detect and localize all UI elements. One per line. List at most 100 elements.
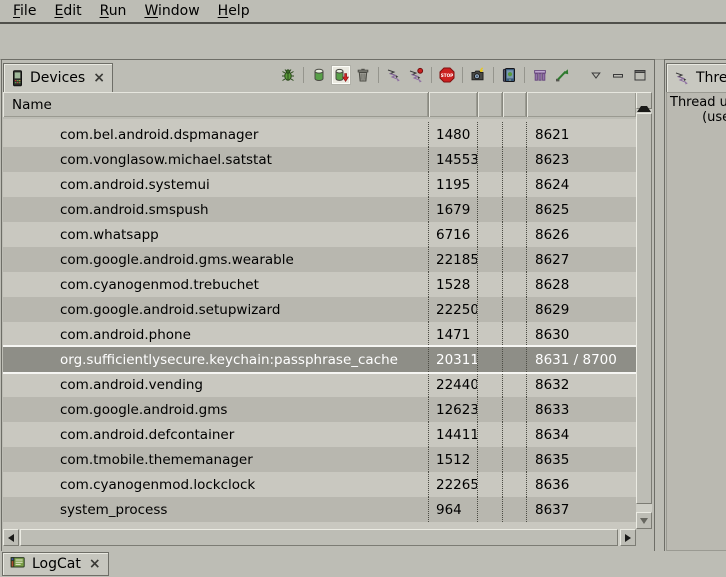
table-row[interactable]: com.android.phone14718630 xyxy=(3,322,636,347)
process-port: 8629 xyxy=(526,297,636,322)
process-name: com.bel.android.dspmanager xyxy=(3,122,429,147)
toolbar-separator xyxy=(462,67,463,83)
process-port: 8621 xyxy=(526,122,636,147)
menu-help[interactable]: Help xyxy=(209,2,259,20)
close-icon[interactable]: × xyxy=(91,70,105,86)
process-pid: 14553 xyxy=(428,147,477,172)
tab-devices[interactable]: Devices × xyxy=(3,63,113,92)
process-port: 8630 xyxy=(526,322,636,347)
hierarchy-icon[interactable] xyxy=(552,65,572,85)
table-row[interactable]: com.bel.android.dspmanager14808621 xyxy=(3,122,636,147)
vertical-scroll-thumb[interactable] xyxy=(636,113,652,504)
menu-run[interactable]: Run xyxy=(91,2,136,20)
menu-file[interactable]: File xyxy=(4,2,45,20)
table-row-selected[interactable]: org.sufficientlysecure.keychain:passphra… xyxy=(3,347,636,372)
process-port: 8628 xyxy=(526,272,636,297)
table-row[interactable]: com.vonglasow.michael.satstat145538623 xyxy=(3,147,636,172)
process-col3 xyxy=(477,147,502,172)
maximize-icon[interactable] xyxy=(630,65,650,85)
cause-gc-icon[interactable] xyxy=(353,65,373,85)
process-name: com.cyanogenmod.lockclock xyxy=(3,472,429,497)
process-col3 xyxy=(477,322,502,347)
process-pid: 964 xyxy=(428,497,477,522)
process-col3 xyxy=(477,272,502,297)
column-header-4[interactable] xyxy=(503,92,527,117)
column-header-3[interactable] xyxy=(478,92,503,117)
scroll-up-button[interactable] xyxy=(636,92,652,109)
table-row[interactable]: com.whatsapp67168626 xyxy=(3,222,636,247)
threads-icon xyxy=(674,70,690,86)
table-row[interactable]: com.cyanogenmod.trebuchet15288628 xyxy=(3,272,636,297)
table-row[interactable]: com.tmobile.thememanager1512 8635 xyxy=(3,447,636,472)
process-col3 xyxy=(477,172,502,197)
vertical-scrollbar[interactable] xyxy=(636,92,652,529)
emulator-icon[interactable] xyxy=(499,65,519,85)
phone-icon xyxy=(11,70,24,87)
scroll-right-button[interactable] xyxy=(620,529,636,546)
view-menu-icon[interactable] xyxy=(586,65,606,85)
process-pid: 22265 xyxy=(428,472,477,497)
table-row[interactable]: com.google.android.setupwizard222508629 xyxy=(3,297,636,322)
column-header-name[interactable]: Name xyxy=(3,92,429,117)
close-icon[interactable]: × xyxy=(87,556,101,572)
table-row[interactable]: com.android.systemui11958624 xyxy=(3,172,636,197)
tab-logcat[interactable]: LogCat × xyxy=(2,552,109,576)
process-col4 xyxy=(502,197,526,222)
table-row[interactable]: com.android.smspush16798625 xyxy=(3,197,636,222)
process-col3 xyxy=(477,347,502,372)
main-toolbar-strip xyxy=(0,24,726,60)
column-header-pid[interactable] xyxy=(429,92,478,117)
debug-icon[interactable] xyxy=(278,65,298,85)
bottom-bar: LogCat × xyxy=(0,551,726,577)
process-col3 xyxy=(477,222,502,247)
process-col4 xyxy=(502,497,526,522)
dump-hprof-icon[interactable] xyxy=(331,65,351,85)
process-name: com.android.smspush xyxy=(3,197,429,222)
tab-threads[interactable]: Threads xyxy=(666,63,726,92)
update-heap-icon[interactable] xyxy=(309,65,329,85)
table-row[interactable]: com.android.vending224408632 xyxy=(3,372,636,397)
process-port: 8624 xyxy=(526,172,636,197)
process-name: org.sufficientlysecure.keychain:passphra… xyxy=(3,347,429,372)
svg-text:STOP: STOP xyxy=(441,73,454,78)
column-header-port[interactable] xyxy=(527,92,636,117)
method-profiling-icon[interactable] xyxy=(406,65,426,85)
devices-tabbar: Devices × STOP xyxy=(2,60,654,92)
table-row[interactable]: com.android.defcontainer144118634 xyxy=(3,422,636,447)
update-threads-icon[interactable] xyxy=(384,65,404,85)
process-col4 xyxy=(502,297,526,322)
horizontal-scrollbar[interactable] xyxy=(3,529,636,546)
screen-capture-icon[interactable] xyxy=(468,65,488,85)
table-row[interactable]: system_process9648637 xyxy=(3,497,636,522)
systrace-icon[interactable] xyxy=(530,65,550,85)
process-pid: 6716 xyxy=(428,222,477,247)
process-col3 xyxy=(477,122,502,147)
stop-process-icon[interactable]: STOP xyxy=(437,65,457,85)
process-col3 xyxy=(477,247,502,272)
horizontal-scroll-thumb[interactable] xyxy=(20,529,618,546)
menu-edit[interactable]: Edit xyxy=(45,2,90,20)
process-col3 xyxy=(477,497,502,522)
process-name: com.tmobile.thememanager xyxy=(3,447,429,472)
minimize-icon[interactable] xyxy=(608,65,628,85)
tab-devices-label: Devices xyxy=(30,70,85,86)
process-col4 xyxy=(502,272,526,297)
process-col4 xyxy=(502,147,526,172)
process-pid: 22250 xyxy=(428,297,477,322)
table-row[interactable]: com.cyanogenmod.lockclock222658636 xyxy=(3,472,636,497)
table-row[interactable]: com.google.android.gms.wearable221858627 xyxy=(3,247,636,272)
toolbar-separator xyxy=(303,67,304,83)
scroll-down-button[interactable] xyxy=(636,512,652,529)
process-pid: 1512 xyxy=(428,447,477,472)
process-pid: 12623 xyxy=(428,397,477,422)
process-port: 8635 xyxy=(526,447,636,472)
toolbar-separator xyxy=(493,67,494,83)
menu-window[interactable]: Window xyxy=(135,2,208,20)
threads-panel: Thread updates not enabled for selected … xyxy=(666,92,726,551)
process-port: 8637 xyxy=(526,497,636,522)
table-row[interactable]: com.google.android.gms126238633 xyxy=(3,397,636,422)
process-col3 xyxy=(477,372,502,397)
scroll-left-button[interactable] xyxy=(3,529,19,546)
tab-logcat-label: LogCat xyxy=(32,556,81,572)
process-pid: 1528 xyxy=(428,272,477,297)
